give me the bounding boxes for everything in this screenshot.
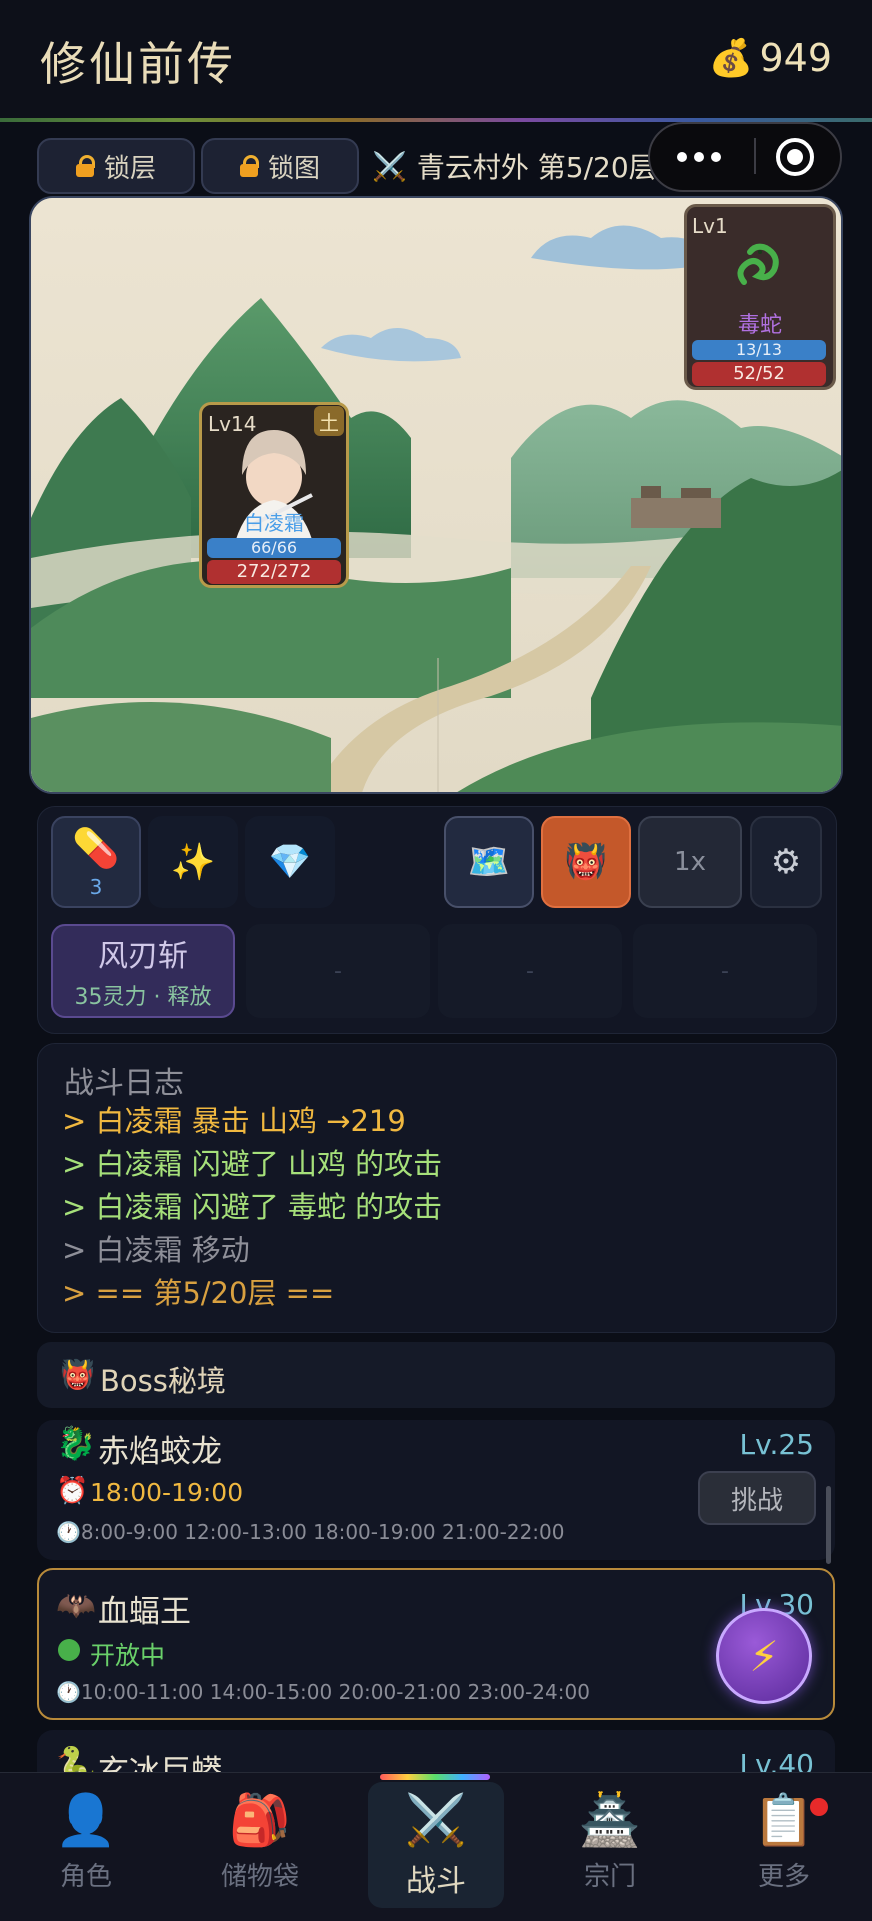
nav-label: 储物袋 [220, 1862, 299, 1892]
nav-label: 角色 [59, 1862, 112, 1892]
settings-button[interactable]: ⚙ [750, 816, 822, 908]
pill-count: 3 [89, 874, 103, 899]
close-miniprogram-icon[interactable] [776, 138, 814, 176]
skill-slot-1[interactable]: 风刃斩 35灵力 · 释放 [51, 924, 235, 1018]
person-icon: 👤 [54, 1791, 118, 1849]
more-options-icon[interactable] [664, 132, 734, 182]
alarm-clock-icon: ⏰ [56, 1476, 89, 1506]
boss-schedule: 🕐8:00-9:00 12:00-13:00 18:00-19:00 21:00… [56, 1520, 565, 1544]
log-line: > 白凌霜 暴击 山鸡 →219 [62, 1104, 406, 1138]
scrollbar[interactable] [826, 1486, 831, 1564]
boss-name: 赤焰蛟龙 [98, 1434, 222, 1470]
log-line: > 白凌霜 移动 [62, 1233, 250, 1267]
sparkle-item-button[interactable]: ✨ [148, 816, 238, 908]
gem-item-button[interactable]: 💎 [245, 816, 335, 908]
lock-map-label: 锁图 [267, 153, 320, 184]
ogre-icon: 👹 [564, 842, 608, 882]
nav-label: 战斗 [406, 1864, 466, 1899]
crossed-swords-icon: ⚔️ [372, 149, 407, 183]
element-badge: 土 [314, 406, 344, 436]
boss-realm-title: Boss秘境 [100, 1364, 226, 1398]
unlock-icon [239, 155, 259, 177]
log-line: > 白凌霜 闪避了 毒蛇 的攻击 [62, 1190, 443, 1224]
map-icon: 🗺️ [467, 842, 511, 882]
nav-item-battle[interactable]: ⚔️ 战斗 [376, 1790, 496, 1900]
skill-slot-4[interactable]: - [633, 924, 817, 1018]
log-line: > == 第5/20层 == [62, 1276, 335, 1310]
backpack-icon: 🎒 [228, 1791, 292, 1849]
challenge-button[interactable]: 挑战 [698, 1471, 816, 1525]
nav-active-indicator [380, 1774, 490, 1780]
gear-icon: ⚙ [770, 842, 802, 882]
coin-amount: 949 [759, 36, 832, 80]
player-name: 白凌霜 [244, 511, 304, 535]
app-title: 修仙前传 [40, 37, 236, 91]
enemy-level: Lv1 [692, 214, 728, 238]
dragon-icon: 🐉 [56, 1424, 96, 1462]
skill-slot-3[interactable]: - [438, 924, 622, 1018]
nav-item-role[interactable]: 👤 角色 [26, 1790, 146, 1893]
bat-icon: 🦇 [56, 1586, 96, 1624]
map-button[interactable]: 🗺️ [444, 816, 534, 908]
player-level: Lv14 [208, 412, 257, 436]
skill-name: 风刃斩 [98, 939, 188, 974]
pill-icon: 💊 [72, 825, 120, 870]
lock-map-button[interactable]: 锁图 [201, 138, 359, 194]
nav-item-sect[interactable]: 🏯 宗门 [550, 1790, 670, 1893]
enemy-name: 毒蛇 [737, 313, 782, 338]
lock-floor-button[interactable]: 锁层 [37, 138, 195, 194]
money-bag-icon: 💰 [708, 38, 754, 79]
log-line: > 白凌霜 闪避了 山鸡 的攻击 [62, 1147, 443, 1181]
boss-status: 开放中 [90, 1641, 166, 1670]
pagoda-icon: 🏯 [578, 1791, 642, 1849]
coin-balance: 💰 949 [709, 36, 832, 80]
crossed-swords-icon: ⚔️ [404, 1791, 468, 1849]
battle-log-title: 战斗日志 [64, 1066, 184, 1101]
nav-label: 更多 [757, 1862, 810, 1892]
boss-status: 18:00-19:00 [90, 1478, 244, 1507]
ogre-icon: 👹 [60, 1358, 95, 1391]
skill-slot-2[interactable]: - [246, 924, 430, 1018]
enemy-hp-bar: 52/52 [692, 362, 826, 386]
capsule-divider [754, 138, 756, 174]
open-status-icon [58, 1639, 80, 1661]
sparkles-icon: ✨ [170, 842, 216, 883]
boss-name: 血蝠王 [98, 1594, 191, 1630]
pill-item-button[interactable]: 💊 3 [51, 816, 141, 908]
boss-mode-button[interactable]: 👹 [541, 816, 631, 908]
unlock-icon [75, 155, 95, 177]
enemy-mp-bar: 13/13 [692, 340, 826, 360]
stage-info: ⚔️ 青云村外 第5/20层 [372, 146, 657, 186]
snake-icon [730, 238, 786, 307]
lightning-icon[interactable]: ⚡ [716, 1608, 812, 1704]
notification-badge [810, 1798, 828, 1816]
nav-label: 宗门 [583, 1862, 636, 1892]
speed-toggle-button[interactable]: 1x [638, 816, 742, 908]
nav-item-bag[interactable]: 🎒 储物袋 [200, 1790, 320, 1893]
diamond-icon: 💎 [268, 842, 312, 882]
clipboard-icon: 📋 [752, 1791, 816, 1849]
skill-detail: 35灵力 · 释放 [74, 985, 212, 1010]
player-hp-bar: 272/272 [207, 560, 341, 584]
boss-schedule: 🕐10:00-11:00 14:00-15:00 20:00-21:00 23:… [56, 1680, 590, 1704]
stage-label: 青云村外 第5/20层 [416, 151, 657, 184]
boss-level: Lv.25 [739, 1428, 814, 1461]
lock-floor-label: 锁层 [103, 153, 156, 184]
player-mp-bar: 66/66 [207, 538, 341, 558]
